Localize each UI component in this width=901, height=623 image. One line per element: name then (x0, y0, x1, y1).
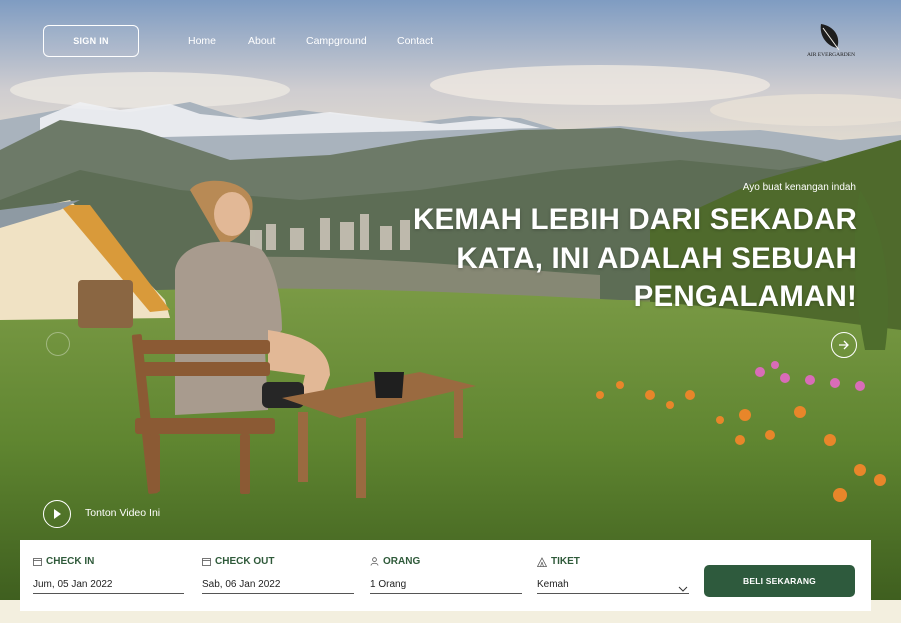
checkout-underline (202, 593, 354, 594)
nav-link-contact[interactable]: Contact (397, 35, 433, 47)
hero-section: SIGN IN Home About Campground Contact AI… (0, 0, 901, 600)
play-icon (54, 509, 61, 519)
ticket-underline (537, 593, 689, 594)
ticket-label: TIKET (537, 556, 580, 567)
hero-headline: KEMAH LEBIH DARI SEKADAR KATA, INI ADALA… (387, 201, 857, 317)
calendar-icon (33, 558, 42, 566)
nav-link-campground[interactable]: Campground (306, 35, 367, 47)
headline-line: KATA, INI ADALAH SEBUAH (456, 241, 857, 275)
headline-line: PENGALAMAN! (633, 280, 857, 313)
calendar-icon (202, 558, 211, 566)
checkin-label: CHECK IN (33, 556, 94, 567)
brand-logo[interactable]: AIR EVERGARDEN (803, 22, 859, 62)
checkin-value: Jum, 05 Jan 2022 (33, 579, 113, 590)
leaf-icon (820, 24, 840, 51)
person-icon (370, 557, 379, 566)
checkin-underline (33, 593, 184, 594)
ticket-value: Kemah (537, 579, 569, 590)
checkin-field[interactable]: CHECK IN Jum, 05 Jan 2022 (33, 540, 184, 611)
play-video-button[interactable] (43, 500, 71, 528)
nav-link-about[interactable]: About (248, 35, 275, 47)
chevron-down-icon[interactable] (678, 586, 688, 592)
headline-line: KEMAH LEBIH DARI SEKADAR (412, 203, 857, 236)
slider-prev-button[interactable] (46, 332, 70, 356)
slider-next-button[interactable] (831, 332, 857, 358)
guests-value: 1 Orang (370, 579, 407, 590)
hero-tagline: Ayo buat kenangan indah (742, 182, 856, 193)
tent-icon (537, 556, 547, 567)
checkout-label: CHECK OUT (202, 556, 274, 567)
nav-link-home[interactable]: Home (188, 35, 216, 47)
arrow-right-icon (839, 340, 849, 350)
checkout-field[interactable]: CHECK OUT Sab, 06 Jan 2022 (202, 540, 354, 611)
play-video-label[interactable]: Tonton Video Ini (85, 507, 160, 519)
checkout-value: Sab, 06 Jan 2022 (202, 579, 281, 590)
ticket-field[interactable]: TIKET Kemah (537, 540, 689, 611)
buy-now-button[interactable]: BELI SEKARANG (704, 565, 855, 597)
guests-label: ORANG (370, 556, 420, 567)
sign-in-button[interactable]: SIGN IN (43, 25, 139, 57)
guests-field[interactable]: ORANG 1 Orang (370, 540, 522, 611)
logo-text: AIR EVERGARDEN (806, 52, 856, 58)
guests-underline (370, 593, 522, 594)
booking-bar: CHECK IN Jum, 05 Jan 2022 CHECK OUT Sab,… (20, 540, 871, 611)
